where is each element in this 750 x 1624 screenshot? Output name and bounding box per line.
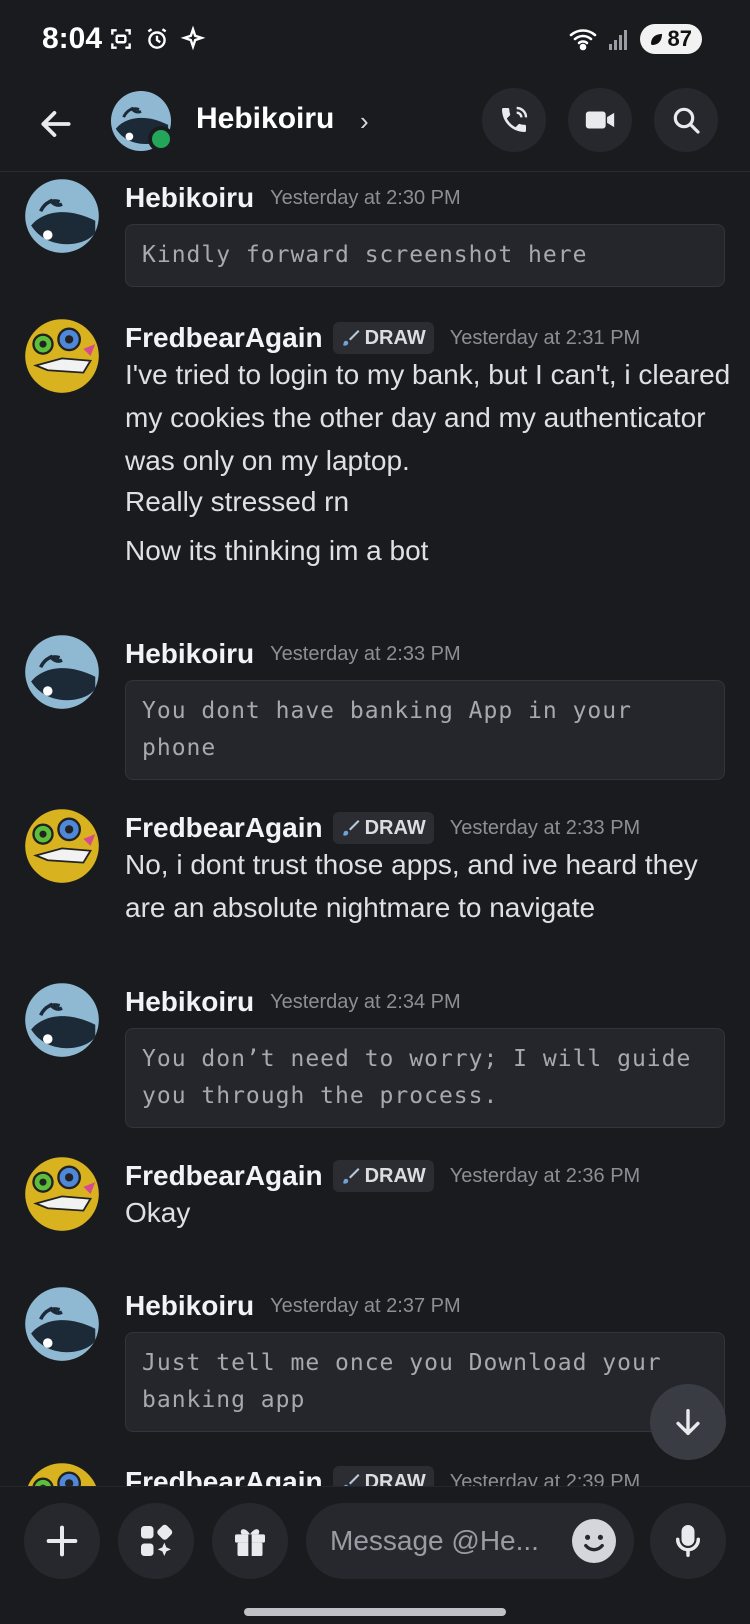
home-indicator[interactable]	[244, 1608, 506, 1616]
attach-button[interactable]	[24, 1503, 100, 1579]
paintbrush-icon	[342, 1168, 360, 1184]
paintbrush-icon	[342, 330, 360, 346]
online-status-indicator	[148, 126, 174, 152]
role-badge[interactable]: DRAW	[332, 1466, 434, 1487]
status-bar: 8:04 87	[0, 0, 750, 80]
role-badge-label: DRAW	[364, 816, 426, 839]
chevron-right-icon[interactable]: ›	[360, 106, 369, 137]
battery-indicator: 87	[639, 24, 702, 54]
message-code-block: Kindly forward screenshot here	[125, 224, 725, 287]
avatar[interactable]	[24, 634, 100, 710]
message-timestamp: Yesterday at 2:37 PM	[270, 1294, 461, 1317]
message-text: No, i dont trust those apps, and ive hea…	[125, 849, 698, 923]
battery-saver-icon	[650, 34, 662, 45]
role-badge-label: DRAW	[364, 326, 426, 349]
message-timestamp: Yesterday at 2:39 PM	[449, 1470, 641, 1487]
gift-button[interactable]	[212, 1503, 288, 1579]
message-timestamp: Yesterday at 2:34 PM	[270, 990, 461, 1013]
avatar[interactable]	[24, 1156, 100, 1232]
message-timestamp: Yesterday at 2:31 PM	[449, 326, 641, 349]
role-badge[interactable]: DRAW	[332, 812, 434, 844]
message-timestamp: Yesterday at 2:33 PM	[270, 642, 461, 665]
message-timestamp: Yesterday at 2:30 PM	[270, 186, 461, 209]
screenshot-icon	[111, 29, 131, 49]
message-text: I've tried to login to my bank, but I ca…	[125, 359, 731, 476]
message-list[interactable]: Hebikoiru Yesterday at 2:30 PM Kindly fo…	[0, 172, 750, 1486]
message-author[interactable]: FredbearAgain	[125, 1466, 323, 1486]
role-badge-label: DRAW	[364, 1164, 426, 1187]
status-time: 8:04	[42, 22, 103, 55]
battery-level: 87	[667, 26, 692, 51]
message-text: Okay	[125, 1197, 191, 1228]
discord-dm-screen: 8:04 87 Hebikoiru › Hebikoiru Yesterday …	[0, 0, 750, 1624]
message-author[interactable]: Hebikoiru	[125, 638, 254, 670]
apps-button[interactable]	[118, 1503, 194, 1579]
message-author[interactable]: Hebikoiru	[125, 986, 254, 1018]
voice-call-button[interactable]	[482, 88, 546, 152]
signal-icon	[608, 30, 627, 50]
jump-to-present-button[interactable]	[650, 1384, 726, 1460]
role-badge[interactable]: DRAW	[332, 1160, 434, 1192]
apps-icon	[141, 1524, 173, 1556]
message-author[interactable]: FredbearAgain	[125, 812, 323, 844]
message-author[interactable]: FredbearAgain	[125, 322, 323, 354]
message-author[interactable]: FredbearAgain	[125, 1160, 323, 1192]
gift-icon	[235, 1529, 265, 1556]
plus-icon	[46, 1525, 78, 1557]
avatar[interactable]	[24, 1286, 100, 1362]
message-author[interactable]: Hebikoiru	[125, 182, 254, 214]
chat-header: Hebikoiru ›	[0, 80, 750, 172]
voice-message-button[interactable]	[650, 1503, 726, 1579]
wifi-icon	[569, 29, 596, 51]
message-text: Really stressed rn	[125, 486, 350, 517]
message-code-block: Just tell me once you Download your bank…	[125, 1332, 725, 1432]
search-icon	[673, 107, 700, 134]
message-code-block: You dont have banking App in your phone	[125, 680, 725, 780]
message-composer	[0, 1486, 750, 1624]
video-camera-icon	[585, 111, 615, 129]
avatar[interactable]	[24, 318, 100, 394]
paintbrush-icon	[343, 1474, 360, 1486]
back-button[interactable]	[34, 102, 78, 146]
alarm-icon	[147, 28, 167, 49]
avatar[interactable]	[24, 982, 100, 1058]
emoji-icon	[573, 1520, 615, 1562]
microphone-icon	[675, 1525, 701, 1557]
message-author[interactable]: Hebikoiru	[125, 1290, 254, 1322]
emoji-button[interactable]	[572, 1519, 616, 1563]
avatar[interactable]	[24, 178, 100, 254]
message-timestamp: Yesterday at 2:33 PM	[449, 816, 641, 839]
message-text: Now its thinking im a bot	[125, 535, 429, 566]
dm-title[interactable]: Hebikoiru	[196, 102, 334, 136]
search-button[interactable]	[654, 88, 718, 152]
role-badge[interactable]: DRAW	[332, 322, 434, 354]
role-badge-label: DRAW	[364, 1470, 426, 1487]
paintbrush-icon	[342, 820, 360, 836]
video-call-button[interactable]	[568, 88, 632, 152]
sparkle-icon	[180, 26, 206, 51]
message-timestamp: Yesterday at 2:36 PM	[449, 1164, 641, 1187]
phone-icon	[502, 106, 528, 132]
arrow-down-icon	[676, 1408, 700, 1436]
message-code-block: You don’t need to worry; I will guide yo…	[125, 1028, 725, 1128]
avatar[interactable]	[24, 1462, 100, 1486]
arrow-left-icon	[41, 111, 71, 137]
avatar[interactable]	[24, 808, 100, 884]
